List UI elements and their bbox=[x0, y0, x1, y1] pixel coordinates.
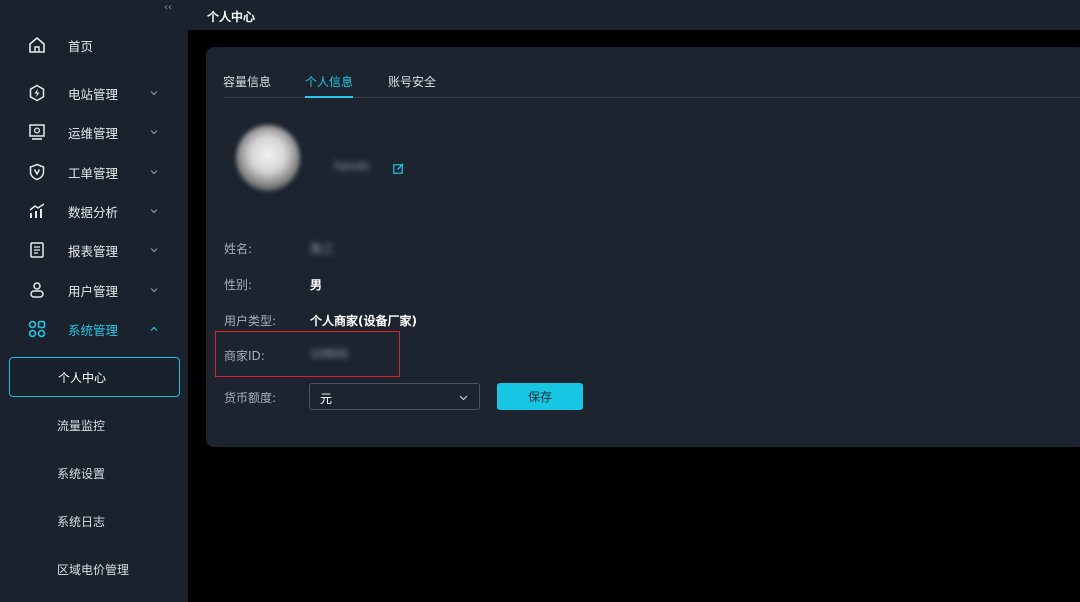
top-bar: 个人中心 bbox=[188, 0, 1080, 30]
collapse-sidebar-icon[interactable]: ‹‹ bbox=[164, 2, 178, 14]
name-value: 张三 bbox=[310, 242, 335, 256]
sidebar-subitem-label: 流量监控 bbox=[57, 418, 106, 433]
sidebar-item-system[interactable]: 系统管理 bbox=[0, 311, 188, 347]
sidebar-subitem-label: 系统设置 bbox=[57, 466, 106, 481]
page-title: 个人中心 bbox=[207, 10, 256, 24]
gender-label: 性别: bbox=[224, 278, 253, 292]
avatar[interactable] bbox=[236, 125, 300, 191]
power-station-icon bbox=[29, 84, 45, 102]
sidebar-subitem-logs[interactable]: 系统日志 bbox=[0, 501, 188, 541]
name-label: 姓名: bbox=[224, 242, 253, 256]
user-icon bbox=[30, 282, 44, 298]
sidebar-item-label: 运维管理 bbox=[68, 125, 119, 141]
sidebar-subitem-settings[interactable]: 系统设置 bbox=[0, 453, 188, 493]
sidebar-item-users[interactable]: 用户管理 bbox=[0, 272, 188, 308]
profile-card: 容量信息 个人信息 账号安全 hpsds 姓名: 张三 性别: 男 用户类型: … bbox=[206, 47, 1080, 447]
user-type-value: 个人商家(设备厂家) bbox=[310, 314, 417, 328]
save-button[interactable]: 保存 bbox=[497, 383, 583, 410]
tab-account-security[interactable]: 账号安全 bbox=[388, 73, 436, 98]
sidebar-item-label: 工单管理 bbox=[68, 165, 119, 181]
tab-capacity[interactable]: 容量信息 bbox=[223, 73, 271, 98]
chevron-down-icon bbox=[150, 91, 158, 96]
currency-select-value: 元 bbox=[320, 392, 333, 406]
shield-icon bbox=[29, 163, 45, 181]
home-icon bbox=[29, 36, 45, 53]
sidebar-item-reports[interactable]: 报表管理 bbox=[0, 232, 188, 268]
user-type-label: 用户类型: bbox=[224, 314, 277, 328]
sidebar-item-station[interactable]: 电站管理 bbox=[0, 75, 188, 111]
chevron-down-icon bbox=[459, 395, 468, 401]
edit-icon[interactable] bbox=[393, 163, 404, 174]
sidebar-item-label: 首页 bbox=[68, 38, 94, 54]
nickname: hpsds bbox=[334, 159, 370, 173]
tab-bar: 容量信息 个人信息 账号安全 bbox=[223, 67, 1080, 98]
sidebar-subitem-pricing[interactable]: 区域电价管理 bbox=[0, 549, 188, 589]
currency-label: 货币额度: bbox=[224, 391, 277, 405]
chevron-down-icon bbox=[150, 209, 158, 214]
sidebar-item-label: 系统管理 bbox=[68, 322, 119, 338]
apps-icon bbox=[28, 320, 46, 338]
monitor-icon bbox=[29, 124, 45, 140]
chevron-down-icon bbox=[150, 248, 158, 253]
sidebar-item-operations[interactable]: 运维管理 bbox=[0, 114, 188, 150]
sidebar-item-home[interactable]: 首页 bbox=[0, 27, 188, 63]
merchant-id-highlight bbox=[215, 331, 400, 377]
chevron-down-icon bbox=[150, 170, 158, 175]
gender-value: 男 bbox=[310, 278, 323, 292]
sidebar-subitem-profile[interactable]: 个人中心 bbox=[9, 357, 180, 397]
chart-icon bbox=[29, 203, 45, 218]
sidebar: ‹‹ 首页 电站管理 运维管理 工单管理 数据分析 报表管理 用户管理 系统管理 bbox=[0, 0, 188, 602]
sidebar-item-label: 数据分析 bbox=[68, 204, 119, 220]
sidebar-subitem-label: 个人中心 bbox=[58, 370, 107, 385]
chevron-down-icon bbox=[150, 130, 158, 135]
sidebar-item-workorder[interactable]: 工单管理 bbox=[0, 154, 188, 190]
sidebar-subitem-traffic[interactable]: 流量监控 bbox=[0, 405, 188, 445]
tab-personal-info[interactable]: 个人信息 bbox=[305, 73, 354, 98]
sidebar-subitem-label: 系统日志 bbox=[57, 514, 106, 529]
sidebar-subitem-label: 区域电价管理 bbox=[57, 562, 130, 577]
currency-select[interactable]: 元 bbox=[309, 383, 480, 410]
sidebar-item-label: 报表管理 bbox=[68, 243, 119, 259]
sidebar-item-label: 用户管理 bbox=[68, 283, 119, 299]
chevron-up-icon bbox=[150, 326, 158, 331]
chevron-down-icon bbox=[150, 288, 158, 293]
report-icon bbox=[30, 242, 44, 258]
sidebar-item-label: 电站管理 bbox=[68, 86, 119, 102]
sidebar-item-analysis[interactable]: 数据分析 bbox=[0, 193, 188, 229]
